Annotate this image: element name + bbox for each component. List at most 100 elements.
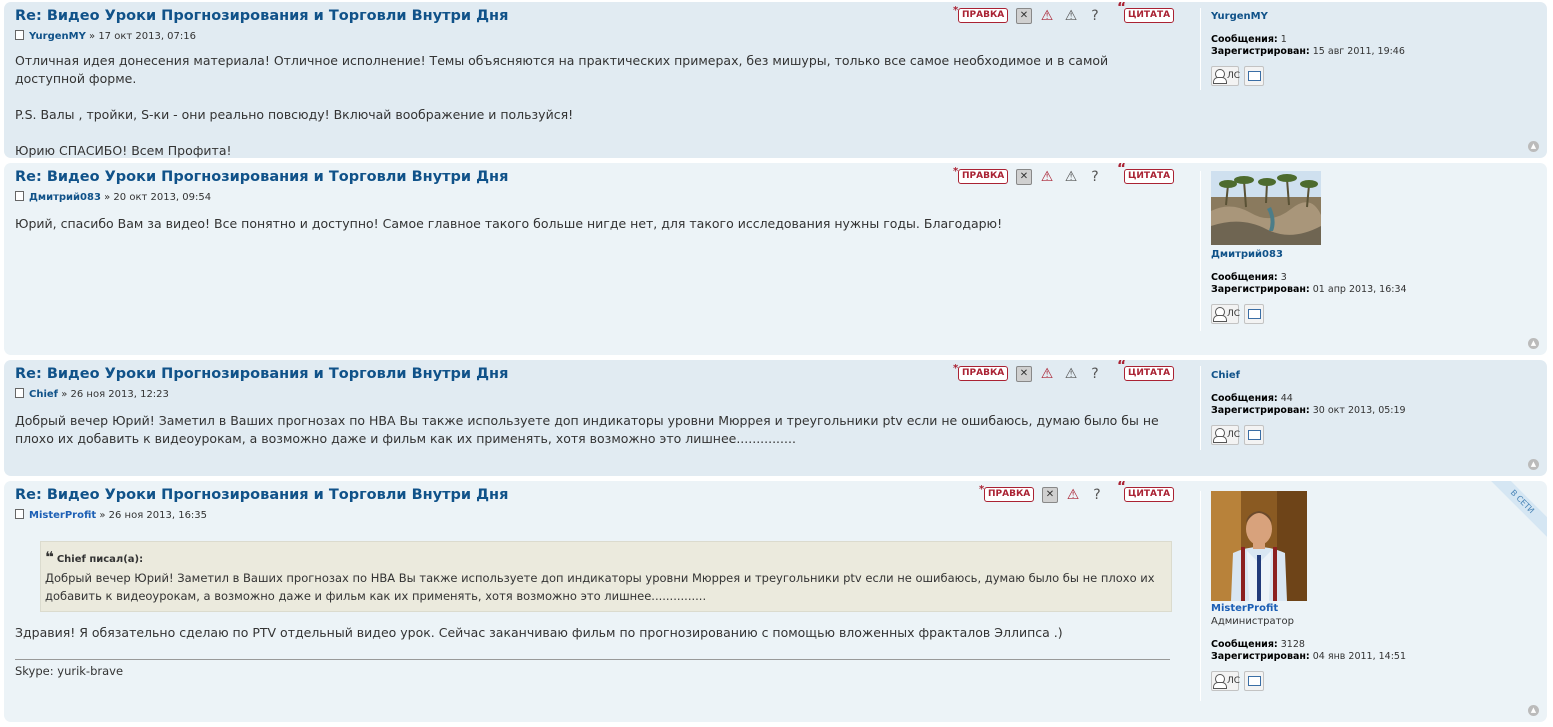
top-icon[interactable]: ▲ [1528, 459, 1539, 470]
post-icon[interactable] [15, 388, 24, 398]
post-date: » 26 ноя 2013, 12:23 [61, 389, 169, 400]
post-date: » 26 ноя 2013, 16:35 [99, 510, 208, 521]
report-icon[interactable]: ⚠ [1062, 8, 1080, 24]
author-link[interactable]: Chief [29, 389, 58, 400]
author-link[interactable]: YurgenMY [29, 31, 86, 42]
quote-button[interactable]: “ЦИТАТА [1117, 481, 1175, 502]
post-content: Отличная идея донесения материала! Отлич… [15, 52, 1165, 158]
warn-icon[interactable]: ⚠ [1064, 487, 1082, 503]
profile-username[interactable]: YurgenMY [1211, 11, 1541, 22]
post-date: » 17 окт 2013, 07:16 [89, 31, 197, 42]
pm-button[interactable]: ЛС [1211, 66, 1240, 86]
profile-rank: Администратор [1211, 616, 1294, 627]
post-profile: Chief Сообщения: 44 Зарегистрирован: 30 … [1200, 366, 1541, 450]
email-button[interactable] [1244, 66, 1264, 86]
profile-registered: Зарегистрирован: 04 янв 2011, 14:51 [1211, 651, 1407, 662]
post-text-line: Отличная идея донесения материала! Отлич… [15, 53, 1109, 86]
info-icon[interactable]: ? [1086, 8, 1104, 24]
profile-registered: Зарегистрирован: 01 апр 2013, 16:34 [1211, 284, 1407, 295]
post-text-line: P.S. Валы , тройки, S-ки - они реально п… [15, 107, 574, 122]
report-icon[interactable]: ⚠ [1062, 169, 1080, 185]
post-text-line: Добрый вечер Юрий! Заметил в Ваших прогн… [15, 413, 1159, 446]
post-buttons: * ПРАВКА ✕ ⚠ ⚠ ? “ЦИТАТА [953, 163, 1175, 185]
email-button[interactable] [1244, 304, 1264, 324]
post-buttons: * ПРАВКА ✕ ⚠ ⚠ ? “ЦИТАТА [953, 360, 1175, 382]
post-buttons: * ПРАВКА ✕ ⚠ ? “ЦИТАТА [979, 481, 1180, 503]
post-icon[interactable] [15, 30, 24, 40]
profile-posts: Сообщения: 1 [1211, 34, 1287, 45]
edit-button[interactable]: * ПРАВКА [953, 166, 1009, 184]
post-author-line: Chief » 26 ноя 2013, 12:23 [15, 388, 169, 400]
post-buttons: * ПРАВКА ✕ ⚠ ⚠ ? “ЦИТАТА [953, 2, 1175, 24]
quote-block: ❝ Chief писал(а): Добрый вечер Юрий! Заме… [40, 541, 1172, 612]
email-icon [1248, 71, 1261, 81]
warn-icon[interactable]: ⚠ [1038, 8, 1056, 24]
quote-text: Добрый вечер Юрий! Заметил в Ваших прогн… [45, 571, 1155, 603]
top-icon[interactable]: ▲ [1528, 141, 1539, 152]
pm-button[interactable]: ЛС [1211, 671, 1240, 691]
delete-icon[interactable]: ✕ [1016, 366, 1032, 382]
pm-button[interactable]: ЛС [1211, 304, 1240, 324]
avatar[interactable] [1211, 171, 1321, 245]
post-title[interactable]: Re: Видео Уроки Прогнозирования и Торгов… [15, 487, 508, 503]
quote-button[interactable]: “ЦИТАТА [1117, 163, 1175, 184]
edit-button[interactable]: * ПРАВКА [979, 484, 1035, 502]
post-title[interactable]: Re: Видео Уроки Прогнозирования и Торгов… [15, 8, 508, 24]
post-title[interactable]: Re: Видео Уроки Прогнозирования и Торгов… [15, 169, 508, 185]
profile-username[interactable]: Дмитрий083 [1211, 249, 1541, 260]
email-icon [1248, 430, 1261, 440]
author-link[interactable]: MisterProfit [29, 510, 96, 521]
profile-posts: Сообщения: 3 [1211, 272, 1287, 283]
top-icon[interactable]: ▲ [1528, 338, 1539, 349]
quote-button[interactable]: “ЦИТАТА [1117, 360, 1175, 381]
email-icon [1248, 676, 1261, 686]
delete-icon[interactable]: ✕ [1016, 8, 1032, 24]
post-author-line: MisterProfit » 26 ноя 2013, 16:35 [15, 509, 207, 521]
email-button[interactable] [1244, 671, 1264, 691]
post-author-line: YurgenMY » 17 окт 2013, 07:16 [15, 30, 196, 42]
edit-button[interactable]: * ПРАВКА [953, 5, 1009, 23]
post-4: Re: Видео Уроки Прогнозирования и Торгов… [4, 481, 1547, 722]
top-icon[interactable]: ▲ [1528, 705, 1539, 716]
post-content: Здравия! Я обязательно сделаю по PTV отд… [15, 624, 1165, 642]
email-icon [1248, 309, 1261, 319]
profile-username[interactable]: Chief [1211, 370, 1541, 381]
post-profile: MisterProfit Администратор Сообщения: 31… [1200, 491, 1541, 701]
info-icon[interactable]: ? [1088, 487, 1106, 503]
delete-icon[interactable]: ✕ [1016, 169, 1032, 185]
signature: Skype: yurik-brave [15, 659, 1170, 678]
quote-cite: ❝ Chief писал(а): [45, 548, 144, 566]
post-1: Re: Видео Уроки Прогнозирования и Торгов… [4, 2, 1547, 158]
post-3: Re: Видео Уроки Прогнозирования и Торгов… [4, 360, 1547, 476]
delete-icon[interactable]: ✕ [1042, 487, 1058, 503]
post-text-line: Здравия! Я обязательно сделаю по PTV отд… [15, 625, 1063, 640]
profile-posts: Сообщения: 3128 [1211, 639, 1305, 650]
profile-username[interactable]: MisterProfit [1211, 603, 1541, 614]
pm-button[interactable]: ЛС [1211, 425, 1240, 445]
email-button[interactable] [1244, 425, 1264, 445]
post-profile: Дмитрий083 Сообщения: 3 Зарегистрирован:… [1200, 171, 1541, 331]
author-link[interactable]: Дмитрий083 [29, 192, 101, 203]
avatar[interactable] [1211, 491, 1307, 601]
report-icon[interactable]: ⚠ [1062, 366, 1080, 382]
warn-icon[interactable]: ⚠ [1038, 366, 1056, 382]
edit-button[interactable]: * ПРАВКА [953, 363, 1009, 381]
post-title[interactable]: Re: Видео Уроки Прогнозирования и Торгов… [15, 366, 508, 382]
profile-posts: Сообщения: 44 [1211, 393, 1293, 404]
profile-registered: Зарегистрирован: 30 окт 2013, 05:19 [1211, 405, 1406, 416]
post-icon[interactable] [15, 509, 24, 519]
profile-registered: Зарегистрирован: 15 авг 2011, 19:46 [1211, 46, 1405, 57]
post-content: Добрый вечер Юрий! Заметил в Ваших прогн… [15, 412, 1165, 448]
post-date: » 20 окт 2013, 09:54 [104, 192, 212, 203]
post-text-line: Юрий, спасибо Вам за видео! Все понятно … [15, 216, 1003, 231]
warn-icon[interactable]: ⚠ [1038, 169, 1056, 185]
post-2: Re: Видео Уроки Прогнозирования и Торгов… [4, 163, 1547, 355]
post-icon[interactable] [15, 191, 24, 201]
info-icon[interactable]: ? [1086, 169, 1104, 185]
post-text-line: Юрию СПАСИБО! Всем Профита! [15, 143, 232, 158]
info-icon[interactable]: ? [1086, 366, 1104, 382]
quote-button[interactable]: “ЦИТАТА [1117, 2, 1175, 23]
post-content: Юрий, спасибо Вам за видео! Все понятно … [15, 215, 1165, 233]
post-author-line: Дмитрий083 » 20 окт 2013, 09:54 [15, 191, 211, 203]
post-profile: YurgenMY Сообщения: 1 Зарегистрирован: 1… [1200, 8, 1541, 90]
